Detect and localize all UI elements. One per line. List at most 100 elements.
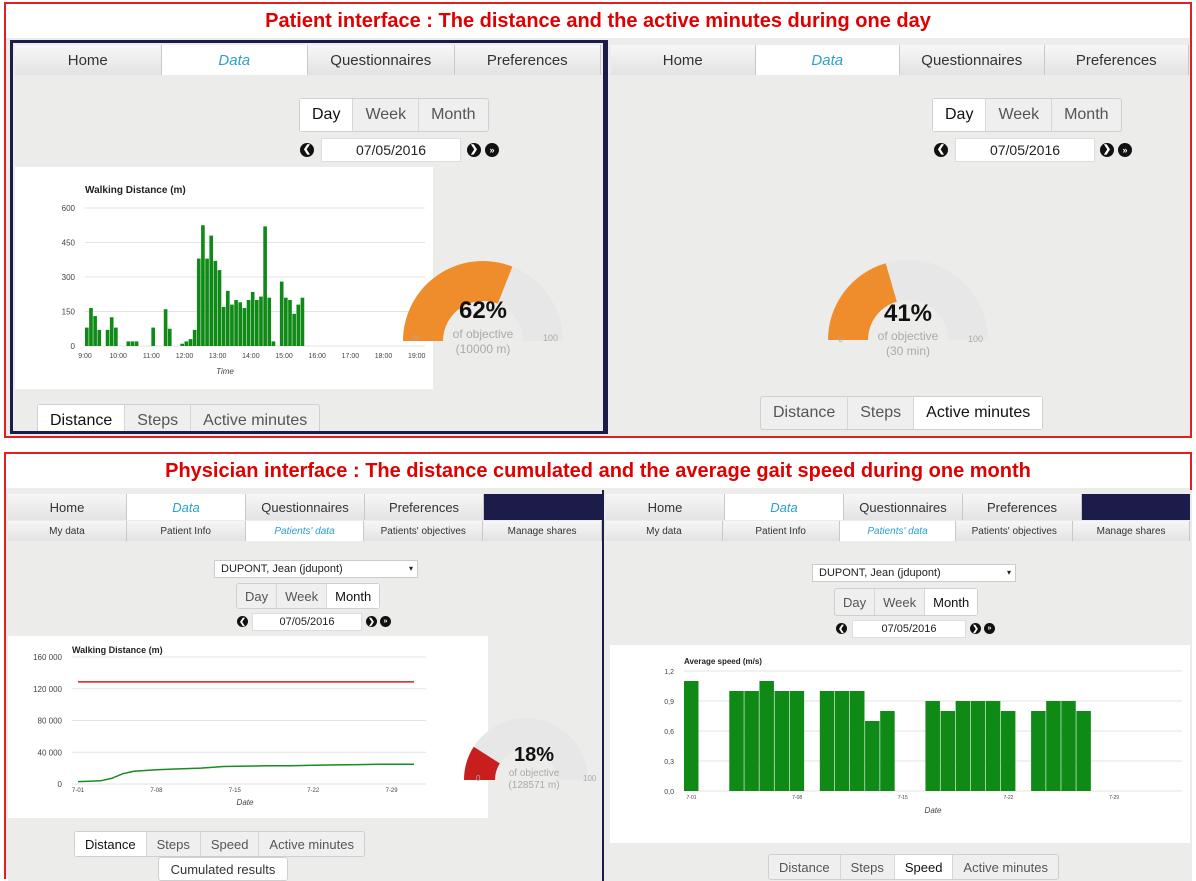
nav-questionnaires[interactable]: Questionnaires [900, 45, 1045, 75]
nav-preferences[interactable]: Preferences [454, 45, 601, 75]
subnav-my-data[interactable]: My data [8, 521, 127, 541]
tab-steps[interactable]: Steps [841, 855, 895, 879]
period-week[interactable]: Week [875, 589, 926, 615]
chart-title: Walking Distance (m) [85, 185, 186, 196]
bar [1000, 711, 1016, 791]
nav-data[interactable]: Data [161, 45, 308, 75]
next-date-icon[interactable]: ❯ [366, 616, 377, 627]
nav-data[interactable]: Data [755, 45, 900, 75]
tab-distance[interactable]: Distance [761, 397, 849, 429]
gauge-max: 100 [583, 774, 597, 783]
prev-date-icon[interactable]: ❮ [237, 616, 248, 627]
x-tick-label: 7-08 [150, 788, 163, 794]
nav-questionnaires[interactable]: Questionnaires [844, 494, 963, 520]
bar [880, 711, 895, 791]
period-month[interactable]: Month [1052, 99, 1120, 131]
tab-distance[interactable]: Distance [38, 405, 126, 431]
subnav-patient-info[interactable]: Patient Info [722, 521, 840, 541]
last-date-icon[interactable]: » [1118, 143, 1132, 157]
bar [205, 258, 209, 346]
bar [865, 721, 880, 791]
prev-date-icon[interactable]: ❮ [836, 623, 847, 634]
tab-distance[interactable]: Distance [769, 855, 841, 879]
next-date-icon[interactable]: ❯ [467, 143, 481, 157]
nav-home[interactable]: Home [606, 494, 725, 520]
y-tick-label: 150 [62, 308, 76, 317]
tab-active-minutes[interactable]: Active minutes [953, 855, 1058, 879]
subnav-patients-data[interactable]: Patients' data [839, 521, 957, 541]
bar [89, 308, 93, 346]
patient-select[interactable]: DUPONT, Jean (jdupont) ▾ [812, 564, 1016, 582]
x-tick-label: 16:00 [308, 353, 326, 360]
physician-panel-cumulated-distance: Home Data Questionnaires Preferences My … [8, 490, 604, 881]
period-month[interactable]: Month [419, 99, 487, 131]
period-day[interactable]: Day [300, 99, 354, 131]
x-tick-label: 7-29 [1109, 795, 1119, 801]
tab-active-minutes[interactable]: Active minutes [191, 405, 319, 431]
bar [925, 701, 940, 791]
next-date-icon[interactable]: ❯ [970, 623, 981, 634]
bar [105, 329, 110, 346]
period-day[interactable]: Day [237, 584, 278, 608]
last-date-icon[interactable]: » [984, 623, 995, 634]
date-field[interactable]: 07/05/2016 [321, 138, 461, 162]
subnav-patients-objectives[interactable]: Patients' objectives [364, 521, 484, 541]
nav-data[interactable]: Data [127, 494, 246, 520]
period-day[interactable]: Day [933, 99, 987, 131]
bar [955, 701, 971, 791]
cumulated-results-button[interactable]: Cumulated results [158, 857, 288, 881]
tab-steps[interactable]: Steps [125, 405, 192, 431]
bar [985, 701, 1001, 791]
subnav-manage-shares[interactable]: Manage shares [483, 521, 602, 541]
gauge-objective-value: (10000 m) [455, 342, 511, 356]
period-day[interactable]: Day [835, 589, 876, 615]
nav-data[interactable]: Data [725, 494, 844, 520]
date-field[interactable]: 07/05/2016 [955, 138, 1095, 162]
nav-questionnaires[interactable]: Questionnaires [308, 45, 455, 75]
tab-active-minutes[interactable]: Active minutes [259, 832, 364, 856]
period-month[interactable]: Month [925, 589, 978, 615]
tab-speed[interactable]: Speed [201, 832, 260, 856]
next-date-icon[interactable]: ❯ [1100, 143, 1114, 157]
tab-steps[interactable]: Steps [848, 397, 915, 429]
bar [134, 341, 139, 346]
tab-steps[interactable]: Steps [147, 832, 201, 856]
period-week[interactable]: Week [277, 584, 328, 608]
prev-date-icon[interactable]: ❮ [934, 143, 948, 157]
bar [217, 270, 222, 346]
x-tick-label: 7-22 [307, 788, 320, 794]
period-week[interactable]: Week [986, 99, 1053, 131]
period-week[interactable]: Week [353, 99, 420, 131]
physician-interface-section: Physician interface : The distance cumul… [4, 452, 1192, 881]
bar [188, 339, 193, 346]
tab-distance[interactable]: Distance [75, 832, 147, 856]
gauge-objective-label: of objective [877, 329, 939, 343]
subnav-manage-shares[interactable]: Manage shares [1073, 521, 1190, 541]
tab-active-minutes[interactable]: Active minutes [914, 397, 1043, 429]
bar [225, 290, 230, 346]
date-field[interactable]: 07/05/2016 [852, 620, 966, 638]
date-field[interactable]: 07/05/2016 [252, 613, 362, 631]
subnav-patients-data[interactable]: Patients' data [245, 521, 365, 541]
patient-select[interactable]: DUPONT, Jean (jdupont) ▾ [214, 560, 418, 578]
tab-speed[interactable]: Speed [894, 855, 954, 879]
x-tick-label: 7-15 [229, 788, 242, 794]
y-tick-label: 0 [58, 780, 63, 789]
nav-questionnaires[interactable]: Questionnaires [246, 494, 365, 520]
nav-preferences[interactable]: Preferences [1044, 45, 1189, 75]
last-date-icon[interactable]: » [485, 143, 499, 157]
nav-home[interactable]: Home [15, 45, 162, 75]
subnav-my-data[interactable]: My data [606, 521, 723, 541]
prev-date-icon[interactable]: ❮ [300, 143, 314, 157]
subnav-patient-info[interactable]: Patient Info [126, 521, 246, 541]
nav-preferences[interactable]: Preferences [963, 494, 1082, 520]
period-month[interactable]: Month [327, 584, 380, 608]
nav-preferences[interactable]: Preferences [365, 494, 484, 520]
bar [201, 225, 205, 346]
average-speed-chart: Average speed (m/s) 0,0 0,3 0,6 0,9 1,2 7-01 7-… [610, 645, 1190, 843]
last-date-icon[interactable]: » [380, 616, 391, 627]
nav-home[interactable]: Home [611, 45, 756, 75]
nav-home[interactable]: Home [8, 494, 127, 520]
bar [114, 327, 118, 346]
subnav-patients-objectives[interactable]: Patients' objectives [956, 521, 1074, 541]
